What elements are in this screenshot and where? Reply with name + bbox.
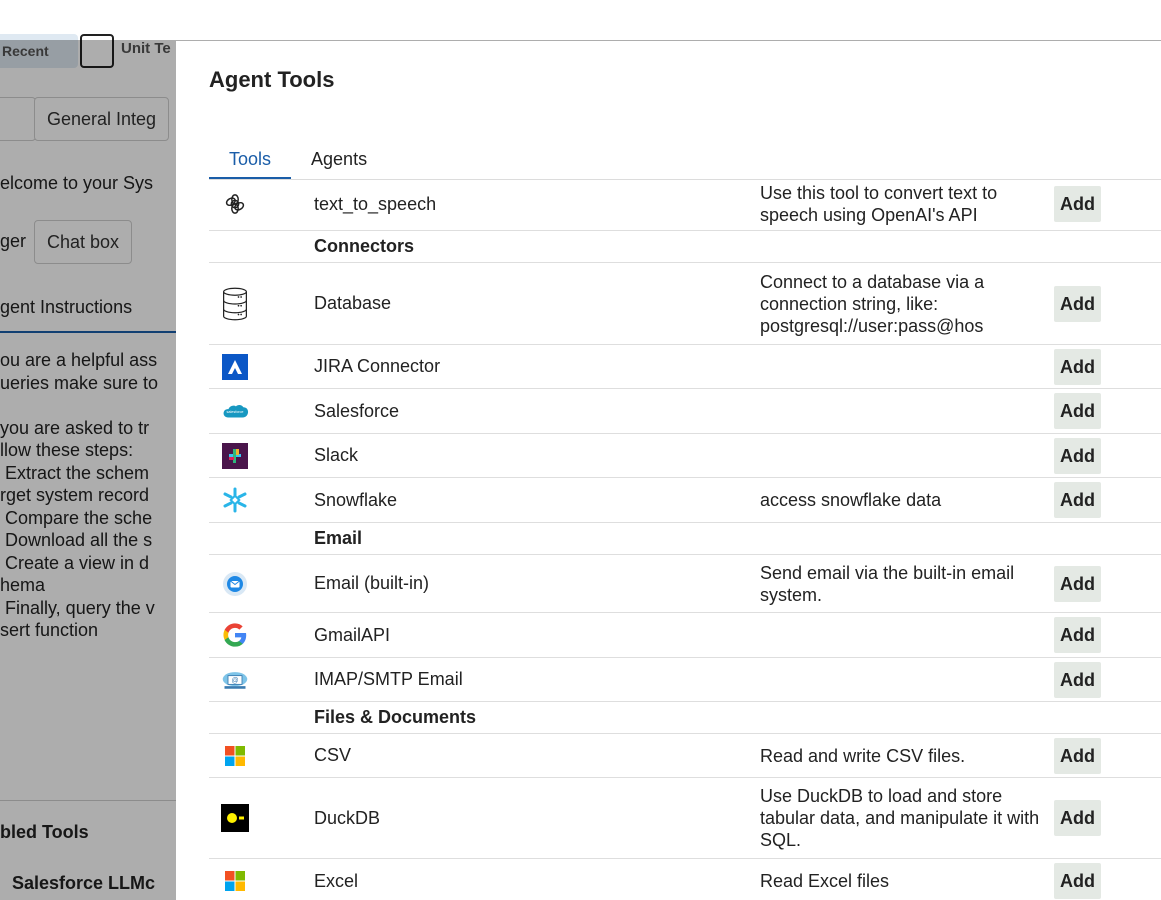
tool-description: Connect to a database via a connection s… [760, 271, 985, 336]
section-title: Email [314, 528, 363, 548]
slack-icon [221, 442, 249, 470]
duckdb-icon [221, 804, 249, 832]
add-cell: Add [1054, 393, 1161, 429]
add-button[interactable]: Add [1054, 737, 1101, 774]
database-icon [221, 287, 249, 320]
add-button[interactable]: Add [1054, 482, 1101, 518]
add-cell: Add [1054, 285, 1161, 322]
tool-description: Use this tool to convert text to speech … [760, 183, 998, 225]
tool-name: IMAP/SMTP Email [314, 669, 463, 689]
tool-row: DuckDB Use DuckDB to load and store tabul… [209, 778, 1161, 859]
tool-row: salesforce Salesforce Add [209, 389, 1161, 434]
tool-name: text_to_speech [314, 193, 437, 214]
tool-name: CSV [314, 745, 352, 765]
icon-cell [209, 353, 314, 381]
tool-row: Email (built-in) Send email via the built… [209, 555, 1161, 613]
tool-row: Slack Add [209, 434, 1161, 478]
icon-cell [209, 287, 314, 320]
imap-email-icon: @ [221, 666, 249, 694]
add-cell: Add [1054, 482, 1161, 518]
tools-table: text_to_speech Use this tool to convert t… [209, 178, 1161, 900]
tool-row: text_to_speech Use this tool to convert t… [209, 178, 1161, 231]
add-button[interactable]: Add [1054, 348, 1101, 385]
tool-description: Use DuckDB to load and store tabular dat… [760, 786, 1040, 850]
microsoft-icon [221, 867, 249, 895]
add-cell: Add [1054, 863, 1161, 899]
jira-icon [221, 353, 249, 381]
icon-cell [209, 190, 314, 218]
icon-cell [209, 486, 314, 514]
tool-description: Read Excel files [760, 871, 890, 891]
svg-text:salesforce: salesforce [227, 410, 244, 414]
tool-row: Excel Read Excel files Add [209, 859, 1161, 900]
add-cell: Add [1054, 617, 1161, 653]
tool-name: Database [314, 293, 392, 313]
icon-cell [209, 621, 314, 649]
icon-cell [209, 570, 314, 598]
add-button[interactable]: Add [1054, 393, 1101, 429]
add-button[interactable]: Add [1054, 285, 1101, 322]
section-title: Files & Documents [314, 707, 477, 727]
add-cell: Add [1054, 661, 1161, 698]
tool-name: Snowflake [314, 489, 398, 510]
add-button[interactable]: Add [1054, 661, 1101, 698]
add-cell: Add [1054, 348, 1161, 385]
tool-name: DuckDB [314, 807, 381, 828]
tool-description: Send email via the built-in email system… [760, 562, 1015, 605]
svg-text:@: @ [231, 677, 238, 684]
microsoft-icon [221, 742, 249, 770]
google-icon [221, 621, 249, 649]
add-button[interactable]: Add [1054, 565, 1101, 602]
section-title: Connectors [314, 236, 415, 256]
snowflake-icon [221, 486, 249, 514]
salesforce-icon: salesforce [221, 397, 249, 425]
icon-cell [209, 442, 314, 470]
tool-row: @ IMAP/SMTP Email Add [209, 658, 1161, 702]
add-cell: Add [1054, 565, 1161, 602]
tool-name: GmailAPI [314, 624, 391, 645]
email-icon [221, 570, 249, 598]
tool-description: Read and write CSV files. [760, 745, 966, 766]
tool-name: Slack [314, 445, 359, 465]
tool-name: Salesforce [314, 400, 400, 421]
add-cell: Add [1054, 437, 1161, 474]
tool-name: JIRA Connector [314, 356, 441, 376]
add-cell: Add [1054, 186, 1161, 222]
tool-row: Database Connect to a database via a conn… [209, 263, 1161, 345]
tool-row: GmailAPI Add [209, 613, 1161, 658]
icon-cell: @ [209, 666, 314, 694]
tool-row: JIRA Connector Add [209, 345, 1161, 389]
add-button[interactable]: Add [1054, 800, 1101, 836]
icon-cell [209, 742, 314, 770]
add-button[interactable]: Add [1054, 863, 1101, 899]
add-cell: Add [1054, 737, 1161, 774]
tool-description: access snowflake data [760, 490, 942, 510]
icon-cell [209, 804, 314, 832]
openai-icon [221, 190, 249, 218]
section-header-row: Connectors [209, 231, 1161, 263]
section-header-row: Files & Documents [209, 702, 1161, 734]
section-header-row: Email [209, 523, 1161, 555]
icon-cell: salesforce [209, 397, 314, 425]
add-cell: Add [1054, 800, 1161, 836]
tool-name: Excel [314, 870, 359, 891]
tool-row: CSV Read and write CSV files. Add [209, 734, 1161, 778]
tab-tools[interactable]: Tools [209, 141, 292, 179]
tool-row: Snowflake access snowflake data Add [209, 478, 1161, 523]
add-button[interactable]: Add [1054, 617, 1101, 653]
modal-title: Agent Tools [209, 67, 335, 92]
tab-agents[interactable]: Agents [291, 141, 387, 179]
icon-cell [209, 867, 314, 895]
modal-tabs: Tools Agents [209, 141, 387, 179]
tool-name: Email (built-in) [314, 573, 430, 593]
agent-tools-modal: Agent Tools Tools Agents text_to_speech U… [176, 41, 1161, 900]
add-button[interactable]: Add [1054, 186, 1101, 222]
add-button[interactable]: Add [1054, 437, 1101, 474]
